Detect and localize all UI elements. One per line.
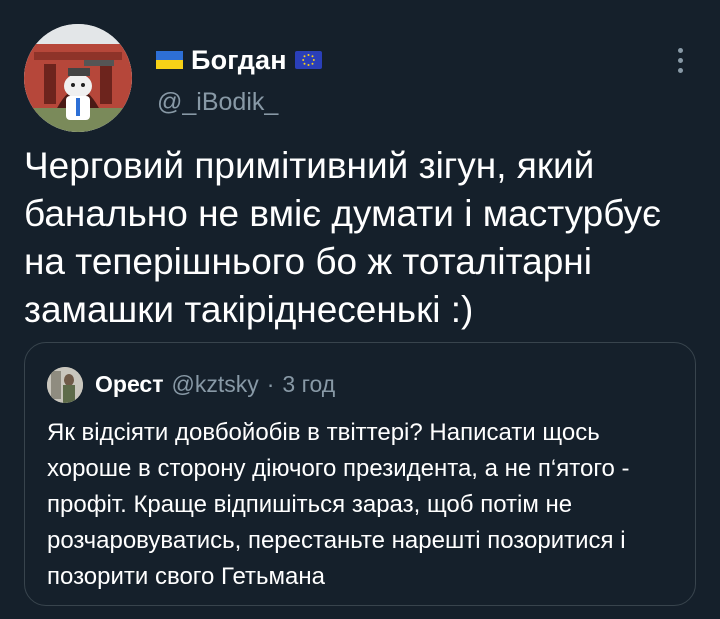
ukraine-flag-icon xyxy=(156,51,183,69)
author-avatar[interactable] xyxy=(24,24,132,132)
quoted-tweet-header: Орест @kztsky · 3 год xyxy=(95,371,335,398)
tweet: Богдан @_iBodik_ Черговий примітивний зі… xyxy=(0,0,720,619)
author-handle[interactable]: @_iBodik_ xyxy=(157,88,278,117)
quoted-author-avatar[interactable] xyxy=(47,367,83,403)
author-display-name[interactable]: Богдан xyxy=(191,45,287,76)
more-dot xyxy=(677,67,683,73)
tweet-text: Черговий примітивний зігун, який банальн… xyxy=(24,145,662,330)
more-options-icon[interactable] xyxy=(668,42,692,78)
quoted-tweet[interactable]: Орест @kztsky · 3 год Як відсіяти довбой… xyxy=(24,342,696,606)
more-dot xyxy=(677,47,683,53)
quoted-author-handle[interactable]: @kztsky xyxy=(171,371,258,398)
quoted-tweet-text: Як відсіяти довбойобів в твіттері? Напис… xyxy=(47,419,630,590)
more-dot xyxy=(677,57,683,63)
author-name-row[interactable]: Богдан xyxy=(156,44,322,76)
eu-flag-icon xyxy=(294,51,322,69)
quoted-author-name[interactable]: Орест xyxy=(95,371,163,398)
quoted-timestamp[interactable]: 3 год xyxy=(282,371,335,398)
header-separator: · xyxy=(266,371,275,397)
